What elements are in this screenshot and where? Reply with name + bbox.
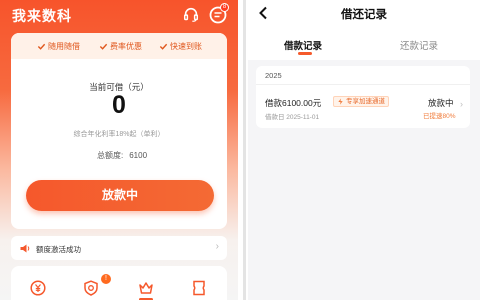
priority-tag-label: 专享加速通道 <box>346 97 385 105</box>
loan-status: 放款中 <box>428 98 454 108</box>
active-tab-indicator <box>298 52 312 55</box>
total-credit: 总额度: 6100 <box>11 150 227 161</box>
record-card[interactable]: 2025 借款6100.00元 专享加速通道 借款日 2025-11-01 放款… <box>256 66 470 128</box>
nav-crown-icon[interactable] <box>138 280 154 296</box>
panel-divider <box>243 0 246 300</box>
nav-yuan-icon[interactable] <box>30 280 46 296</box>
message-badge: 8 <box>220 3 229 12</box>
loan-date: 借款日 2025-11-01 <box>265 114 320 121</box>
feature-label: 快速到账 <box>170 42 202 51</box>
speedup-progress: 已提速80% <box>423 113 456 120</box>
tab-repayment-records[interactable]: 还款记录 <box>400 38 438 52</box>
total-credit-value: 6100 <box>129 151 148 160</box>
feature-bar: 随用随借 费率优惠 快速到账 <box>11 33 227 59</box>
check-icon <box>99 43 108 50</box>
page-title: 借还记录 <box>341 9 387 21</box>
feature-label: 费率优惠 <box>110 42 142 51</box>
chevron-right-icon: › <box>460 99 463 109</box>
nav-shield-icon[interactable] <box>83 280 99 296</box>
customer-service-icon[interactable] <box>182 6 200 24</box>
loan-status-button[interactable]: 放款中 <box>26 180 214 211</box>
bottom-nav: ! <box>11 266 227 300</box>
interest-rate-text: 综合年化利率18%起（单利） <box>73 131 165 138</box>
tab-loan-records[interactable]: 借款记录 <box>284 38 322 52</box>
notice-text: 额度激活成功 <box>36 245 81 254</box>
feature-item: 费率优惠 <box>99 41 142 52</box>
loan-amount: 借款6100.00元 <box>265 98 322 108</box>
speaker-icon <box>20 244 30 253</box>
notice-bar[interactable]: 额度激活成功 › <box>11 236 227 260</box>
year-divider <box>256 84 470 85</box>
feature-item: 快速到账 <box>159 41 202 52</box>
records-screen: 借还记录 借款记录 还款记录 2025 借款6100.00元 专享加速通道 借款… <box>248 0 480 300</box>
credit-card-panel: 随用随借 费率优惠 快速到账 当前可借（元） 0 综合年化利率18%起（单利） … <box>11 33 227 229</box>
year-header: 2025 <box>265 71 282 80</box>
nav-badge: ! <box>101 274 111 284</box>
check-icon <box>37 43 46 50</box>
screenshot-root: 我来数科 8 随用随借 费率优惠 快速到账 当前可借（元） 0 综合年化利率18… <box>0 0 480 300</box>
check-icon <box>159 43 168 50</box>
records-header: 借还记录 借款记录 还款记录 <box>248 0 480 60</box>
chevron-right-icon: › <box>215 241 219 252</box>
feature-item: 随用随借 <box>37 41 80 52</box>
priority-tag: 专享加速通道 <box>333 96 389 107</box>
home-header: 我来数科 8 <box>0 0 238 32</box>
app-title: 我来数科 <box>12 8 72 24</box>
nav-ticket-icon[interactable] <box>191 280 207 296</box>
home-screen: 我来数科 8 随用随借 费率优惠 快速到账 当前可借（元） 0 综合年化利率18… <box>0 0 238 300</box>
feature-label: 随用随借 <box>48 42 80 51</box>
total-credit-label: 总额度: <box>96 151 124 160</box>
available-credit-value: 0 <box>112 91 126 119</box>
lightning-icon <box>338 98 343 105</box>
